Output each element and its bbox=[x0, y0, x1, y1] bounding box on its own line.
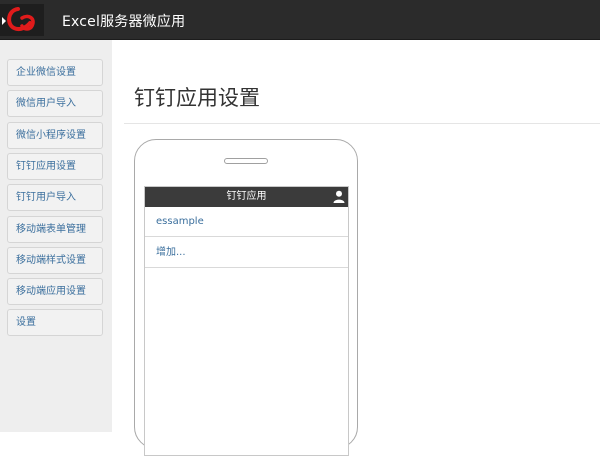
app-list-item-add[interactable]: 增加... bbox=[145, 238, 348, 268]
app-logo-icon bbox=[0, 4, 44, 36]
phone-app-header: 钉钉应用 bbox=[145, 187, 348, 207]
phone-speaker bbox=[224, 158, 268, 164]
sidebar-item-mobile-form-management[interactable]: 移动端表单管理 bbox=[7, 216, 103, 243]
sidebar-item-wechat-miniprogram-settings[interactable]: 微信小程序设置 bbox=[7, 122, 103, 149]
sidebar-item-wecom-settings[interactable]: 企业微信设置 bbox=[7, 59, 103, 86]
sidebar-item-dingtalk-app-settings[interactable]: 钉钉应用设置 bbox=[7, 153, 103, 180]
sidebar-item-wechat-user-import[interactable]: 微信用户导入 bbox=[7, 90, 103, 117]
app-title: Excel服务器微应用 bbox=[62, 14, 186, 30]
sidebar-item-settings[interactable]: 设置 bbox=[7, 309, 103, 336]
app-list-item-essample[interactable]: essample bbox=[145, 207, 348, 237]
sidebar-item-dingtalk-user-import[interactable]: 钉钉用户导入 bbox=[7, 184, 103, 211]
sidebar-item-mobile-app-settings[interactable]: 移动端应用设置 bbox=[7, 278, 103, 305]
sidebar: 企业微信设置 微信用户导入 微信小程序设置 钉钉应用设置 钉钉用户导入 移动端表… bbox=[0, 40, 112, 432]
sidebar-item-mobile-style-settings[interactable]: 移动端样式设置 bbox=[7, 247, 103, 274]
title-divider bbox=[124, 123, 600, 124]
top-bar: Excel服务器微应用 bbox=[0, 0, 600, 40]
phone-preview: 钉钉应用 essample 增加... bbox=[134, 139, 358, 456]
page-title: 钉钉应用设置 bbox=[134, 86, 260, 110]
phone-screen: 钉钉应用 essample 增加... bbox=[144, 186, 349, 456]
user-icon[interactable] bbox=[333, 190, 345, 203]
phone-app-title: 钉钉应用 bbox=[226, 191, 267, 202]
